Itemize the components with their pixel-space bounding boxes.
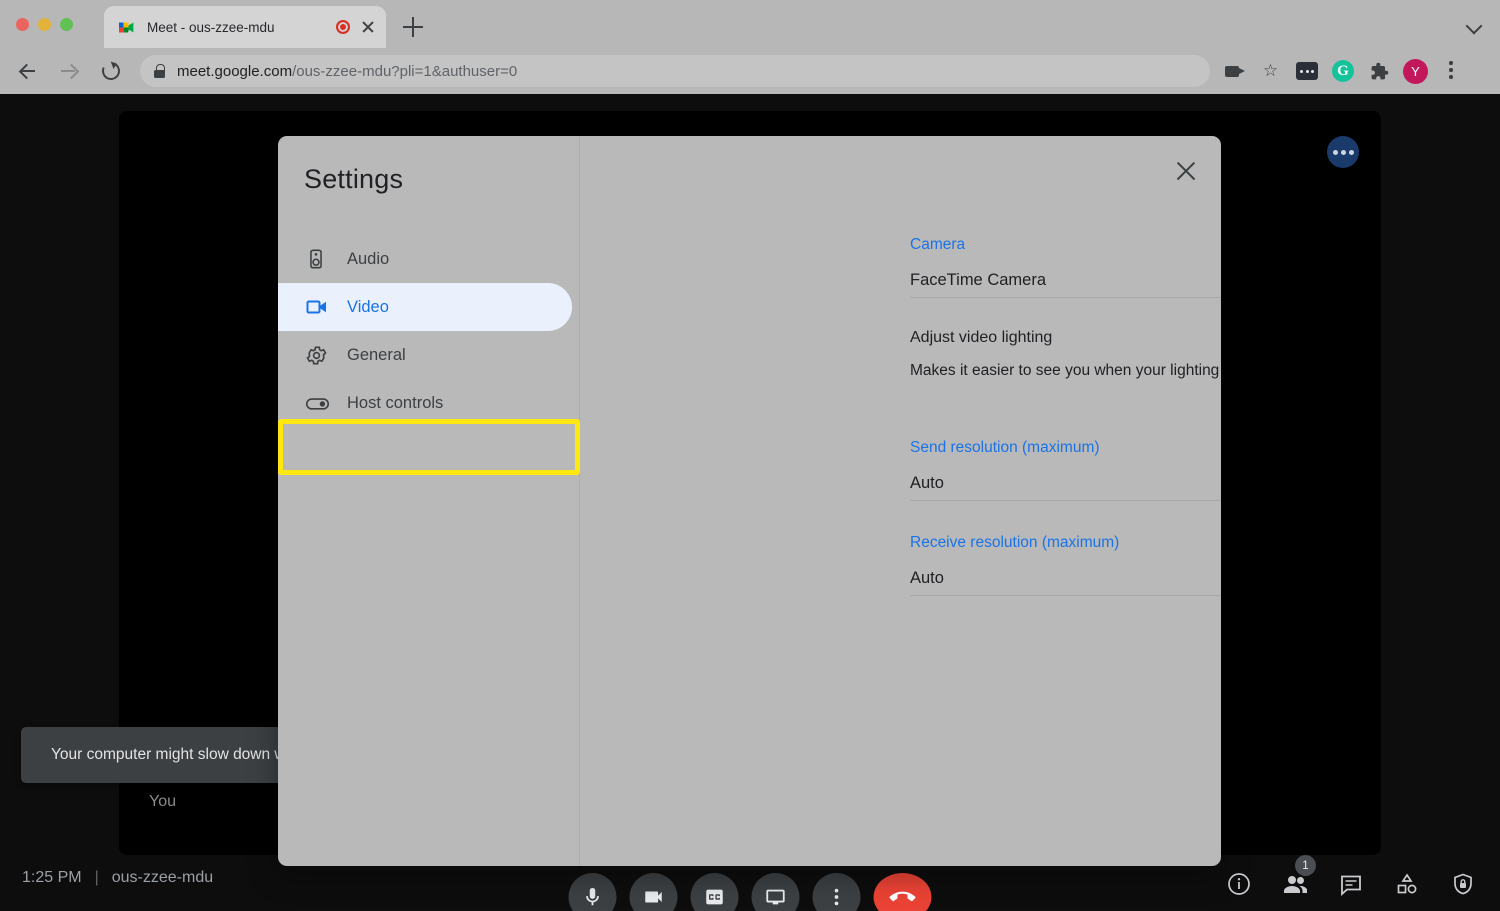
send-resolution-value: Auto [910, 474, 944, 492]
receive-resolution-label: Receive resolution (maximum) [910, 534, 1120, 551]
extensions-puzzle-icon[interactable] [1364, 56, 1394, 86]
activities-icon[interactable] [1388, 865, 1426, 903]
video-camera-icon [305, 295, 331, 319]
camera-value: FaceTime Camera [910, 271, 1047, 289]
arrow-right-icon [61, 63, 77, 79]
meeting-code: ous-zzee-mdu [111, 869, 214, 886]
url-domain: meet.google.com [177, 62, 293, 80]
camera-icon[interactable] [1220, 56, 1250, 86]
sidebar-item-video[interactable]: Video [278, 283, 572, 331]
meet-right-icons: 1 [1220, 855, 1482, 903]
more-options-button[interactable] [1327, 136, 1359, 168]
toggle-icon [305, 391, 331, 416]
receive-resolution-field: Receive resolution (maximum) Auto [910, 534, 1221, 596]
camera-label: Camera [910, 236, 966, 253]
sidebar-item-audio[interactable]: Audio [278, 235, 579, 283]
back-button[interactable] [10, 54, 44, 88]
minimize-window-button[interactable] [38, 18, 51, 31]
tab-title: Meet - ous-zzee-mdu [147, 19, 275, 35]
new-tab-button[interactable] [400, 14, 426, 40]
page-title: Settings [304, 164, 404, 194]
send-resolution-label: Send resolution (maximum) [910, 439, 1100, 456]
gear-icon [305, 344, 331, 367]
browser-toolbar: meet.google.com/ous-zzee-mdu?pli=1&authu… [0, 48, 1500, 94]
settings-nav-list: Audio Video General Host controls [278, 235, 579, 427]
lighting-description: Makes it easier to see you when your lig… [910, 362, 1221, 379]
receive-resolution-value: Auto [910, 569, 944, 587]
url-path: /ous-zzee-mdu?pli=1&authuser=0 [292, 62, 518, 80]
lighting-field: Adjust video lighting Makes it easier to… [910, 329, 1221, 385]
receive-resolution-select[interactable]: Auto [910, 562, 1221, 596]
extension-dark-icon[interactable] [1292, 56, 1322, 86]
camera-button[interactable] [629, 873, 678, 911]
forward-button[interactable] [52, 54, 86, 88]
toolbar-icons: ☆ G Y [1220, 56, 1478, 86]
tab-strip: Meet - ous-zzee-mdu [0, 0, 1500, 48]
meeting-meta: 1:25 PM | ous-zzee-mdu [22, 869, 213, 887]
screen: Meet - ous-zzee-mdu meet.google.com/ous-… [0, 0, 1500, 911]
meeting-details-icon[interactable] [1220, 865, 1258, 903]
more-button[interactable] [812, 873, 861, 911]
lock-icon[interactable] [154, 64, 165, 78]
reload-button[interactable] [94, 54, 128, 88]
people-count-badge: 1 [1295, 855, 1316, 876]
settings-content: Camera FaceTime Camera Adjust video ligh… [580, 136, 1221, 866]
sidebar-item-label: Audio [347, 249, 390, 268]
close-window-button[interactable] [16, 18, 29, 31]
camera-select[interactable]: FaceTime Camera [910, 264, 1221, 298]
chat-icon[interactable] [1332, 865, 1370, 903]
sidebar-item-general[interactable]: General [278, 331, 579, 379]
bookmark-star-icon[interactable]: ☆ [1256, 56, 1286, 86]
browser-chrome: Meet - ous-zzee-mdu meet.google.com/ous-… [0, 0, 1500, 94]
recording-dot-icon [336, 20, 350, 34]
browser-tab[interactable]: Meet - ous-zzee-mdu [104, 6, 386, 48]
sidebar-item-host-controls[interactable]: Host controls [278, 379, 579, 427]
send-resolution-select[interactable]: Auto [910, 467, 1221, 501]
microphone-button[interactable] [568, 873, 617, 911]
address-bar[interactable]: meet.google.com/ous-zzee-mdu?pli=1&authu… [140, 55, 1210, 87]
profile-avatar[interactable]: Y [1400, 56, 1430, 86]
google-meet-favicon [118, 19, 135, 36]
meeting-time: 1:25 PM [22, 869, 82, 886]
close-icon[interactable] [1173, 158, 1199, 184]
call-controls [568, 873, 932, 911]
meta-separator: | [94, 869, 99, 886]
people-icon[interactable]: 1 [1276, 855, 1316, 903]
sidebar-item-label: Video [347, 297, 389, 316]
present-button[interactable] [751, 873, 800, 911]
reload-icon [99, 59, 123, 83]
grammarly-icon[interactable]: G [1328, 56, 1358, 86]
url-text: meet.google.com/ous-zzee-mdu?pli=1&authu… [177, 63, 517, 80]
arrow-left-icon [19, 63, 35, 79]
video-tab-highlight [278, 419, 580, 475]
sidebar-item-label: General [347, 345, 406, 364]
self-name-label: You [149, 793, 176, 810]
captions-button[interactable] [690, 873, 739, 911]
settings-sidebar: Settings Audio Video General Host contro… [278, 136, 580, 866]
maximize-window-button[interactable] [60, 18, 73, 31]
window-traffic-lights [16, 18, 73, 31]
sidebar-item-label: Host controls [347, 393, 444, 412]
send-resolution-field: Send resolution (maximum) Auto [910, 439, 1221, 501]
camera-field: Camera FaceTime Camera [910, 236, 1221, 298]
settings-dialog: Settings Audio Video General Host contro… [278, 136, 1221, 866]
chrome-menu-icon[interactable] [1436, 56, 1466, 86]
speaker-icon [305, 248, 331, 270]
lighting-title: Adjust video lighting [910, 329, 1053, 346]
leave-call-button[interactable] [873, 873, 932, 911]
close-tab-icon[interactable] [360, 19, 376, 35]
host-controls-icon[interactable] [1444, 865, 1482, 903]
chevron-down-icon[interactable] [1468, 18, 1482, 32]
